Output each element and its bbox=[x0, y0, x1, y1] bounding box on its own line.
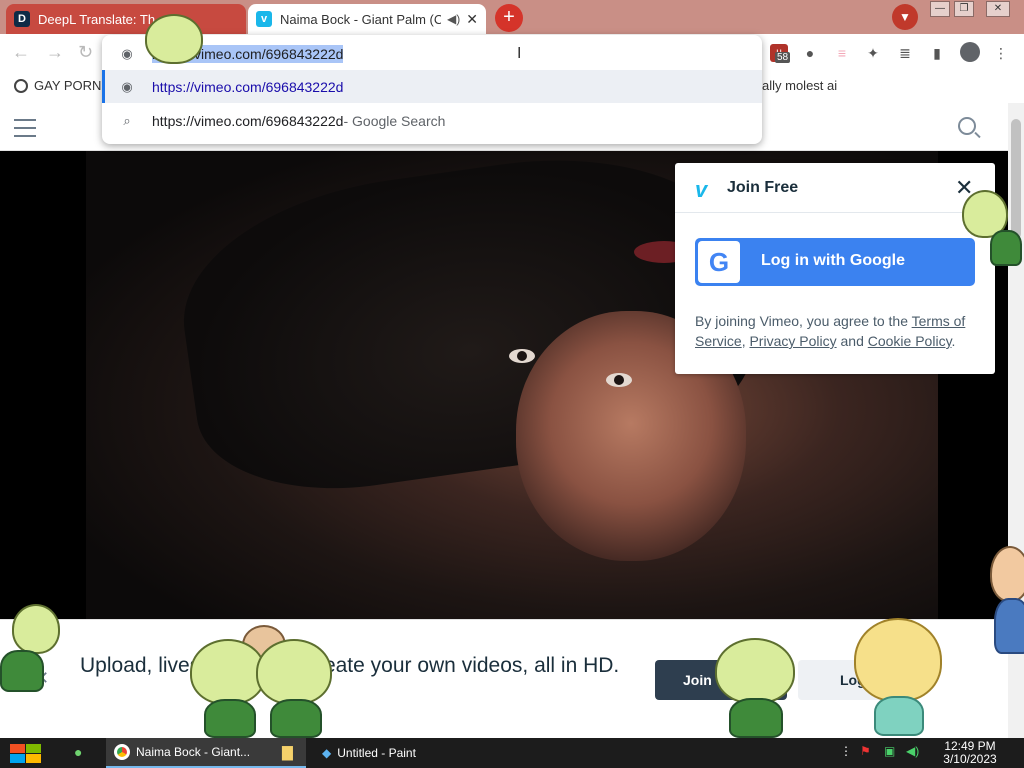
overflow-icon[interactable]: ⋮ bbox=[840, 744, 852, 758]
cartoon-body bbox=[0, 650, 44, 692]
system-clock[interactable]: 12:49 PM 3/10/2023 bbox=[930, 740, 1010, 766]
close-tab-icon[interactable]: ✕ bbox=[466, 11, 478, 28]
clock-date: 3/10/2023 bbox=[943, 752, 997, 766]
taskbar-chrome[interactable]: Naima Bock - Giant... bbox=[106, 738, 306, 768]
cartoon-head bbox=[190, 639, 266, 705]
screen: D DeepL Translate: Th v Naima Bock - Gia… bbox=[0, 0, 1024, 768]
cartoon-body bbox=[270, 699, 322, 738]
vimeo-logo-icon: v bbox=[695, 177, 708, 202]
cartoon-sticker bbox=[960, 190, 1024, 270]
hamburger-menu-icon[interactable] bbox=[14, 119, 36, 143]
flag-icon[interactable]: ⚑ bbox=[860, 744, 871, 758]
cartoon-head bbox=[990, 546, 1024, 602]
minimize-button[interactable]: — bbox=[930, 1, 950, 17]
cartoon-sticker bbox=[190, 625, 340, 738]
reload-icon[interactable]: ↻ bbox=[78, 42, 93, 63]
windows-taskbar: ● Naima Bock - Giant... ▇ ◆ Untitled - P… bbox=[0, 738, 1024, 768]
cartoon-head bbox=[256, 639, 332, 705]
menu-icon[interactable]: ⋮ bbox=[992, 44, 1010, 62]
cartoon-sticker bbox=[145, 8, 215, 64]
flag-extension-icon[interactable]: ≡ bbox=[833, 44, 851, 62]
bookmark-icon bbox=[14, 78, 28, 93]
side-panel-icon[interactable]: ▮ bbox=[928, 44, 946, 62]
cartoon-body bbox=[874, 696, 924, 736]
site-search-icon[interactable] bbox=[958, 117, 976, 135]
taskbar-label: Untitled - Paint bbox=[337, 746, 416, 760]
cartoon-body bbox=[729, 698, 783, 738]
extension-avatar-icon[interactable]: ● bbox=[801, 44, 819, 62]
video-eye bbox=[606, 373, 632, 387]
bookmark-label: ally molest ai bbox=[762, 78, 838, 93]
suggestion-suffix: - Google Search bbox=[343, 112, 446, 129]
join-free-panel: v Join Free ✕ G Log in with Google By jo… bbox=[675, 163, 995, 374]
banner-text: Upload, livestream, and create your own … bbox=[80, 654, 620, 677]
cartoon-sticker bbox=[0, 604, 64, 694]
cartoon-sticker bbox=[988, 546, 1024, 656]
puzzle-icon[interactable]: ✦ bbox=[864, 44, 882, 62]
privacy-link[interactable]: Privacy Policy bbox=[749, 333, 836, 349]
google-login-button[interactable]: G Log in with Google bbox=[695, 238, 975, 286]
chrome-icon bbox=[114, 744, 130, 760]
tab-title: Naima Bock - Giant Palm (C bbox=[280, 11, 442, 27]
panel-title: Join Free bbox=[727, 179, 799, 196]
extension-badge: 58 bbox=[775, 52, 791, 63]
bookmark-label: GAY PORN bbox=[34, 78, 102, 93]
terms-period: . bbox=[951, 333, 956, 349]
speaker-icon[interactable]: ◀) bbox=[447, 12, 460, 26]
media-icon[interactable]: ≣ bbox=[896, 44, 914, 62]
google-icon: G bbox=[698, 241, 740, 283]
new-tab-button[interactable]: + bbox=[495, 4, 523, 32]
video-eye bbox=[509, 349, 535, 363]
profile-avatar[interactable] bbox=[960, 42, 980, 62]
cartoon-sticker bbox=[848, 614, 948, 738]
bookmark-item[interactable]: GAY PORN bbox=[14, 78, 101, 93]
search-icon: ⌕ bbox=[123, 112, 131, 128]
cartoon-head bbox=[715, 638, 795, 704]
windows-start-icon[interactable] bbox=[10, 744, 42, 764]
suggestion-url: https://vimeo.com/696843222d bbox=[152, 78, 344, 95]
omnibox-suggestion[interactable]: ◉ https://vimeo.com/696843222d bbox=[102, 70, 762, 103]
close-window-button[interactable]: ✕ bbox=[986, 1, 1010, 17]
cartoon-head bbox=[12, 604, 60, 654]
deepl-icon: D bbox=[14, 11, 30, 27]
cookie-link[interactable]: Cookie Policy bbox=[868, 333, 952, 349]
cartoon-body bbox=[204, 699, 256, 738]
cartoon-body bbox=[990, 230, 1022, 266]
terms-prefix: By joining Vimeo, you agree to the bbox=[695, 313, 912, 329]
spotify-icon[interactable]: ● bbox=[74, 744, 82, 760]
terms-text: By joining Vimeo, you agree to the Terms… bbox=[695, 311, 980, 351]
panel-header: v Join Free ✕ bbox=[675, 163, 995, 213]
volume-icon[interactable]: ◀) bbox=[906, 744, 919, 758]
vimeo-icon: v bbox=[256, 11, 272, 27]
terms-and: and bbox=[836, 333, 868, 349]
folder-icon[interactable]: ▇ bbox=[282, 744, 293, 761]
cartoon-body bbox=[994, 598, 1024, 654]
bookmark-item[interactable]: ally molest ai bbox=[762, 78, 837, 93]
tab-search-button[interactable]: ▼ bbox=[892, 4, 918, 30]
maximize-button[interactable]: ❐ bbox=[954, 1, 974, 17]
tab-vimeo[interactable]: v Naima Bock - Giant Palm (C ◀) ✕ bbox=[248, 4, 486, 34]
cartoon-head bbox=[145, 14, 203, 64]
back-icon[interactable]: ← bbox=[12, 42, 30, 63]
forward-icon[interactable]: → bbox=[46, 42, 64, 63]
suggestion-query: https://vimeo.com/696843222d bbox=[152, 112, 344, 129]
cartoon-sticker bbox=[715, 638, 799, 738]
taskbar-paint[interactable]: ◆ Untitled - Paint bbox=[314, 738, 474, 768]
network-icon[interactable]: ▣ bbox=[884, 744, 895, 758]
selection-accent bbox=[102, 70, 105, 103]
google-login-label: Log in with Google bbox=[761, 252, 905, 269]
omnibox-suggestion[interactable]: ⌕ https://vimeo.com/696843222d - Google … bbox=[102, 104, 762, 137]
globe-icon: ◉ bbox=[121, 78, 133, 94]
text-cursor-icon: I bbox=[517, 45, 522, 62]
taskbar-label: Naima Bock - Giant... bbox=[136, 745, 251, 759]
paint-icon: ◆ bbox=[322, 746, 332, 760]
cartoon-head bbox=[854, 618, 942, 702]
